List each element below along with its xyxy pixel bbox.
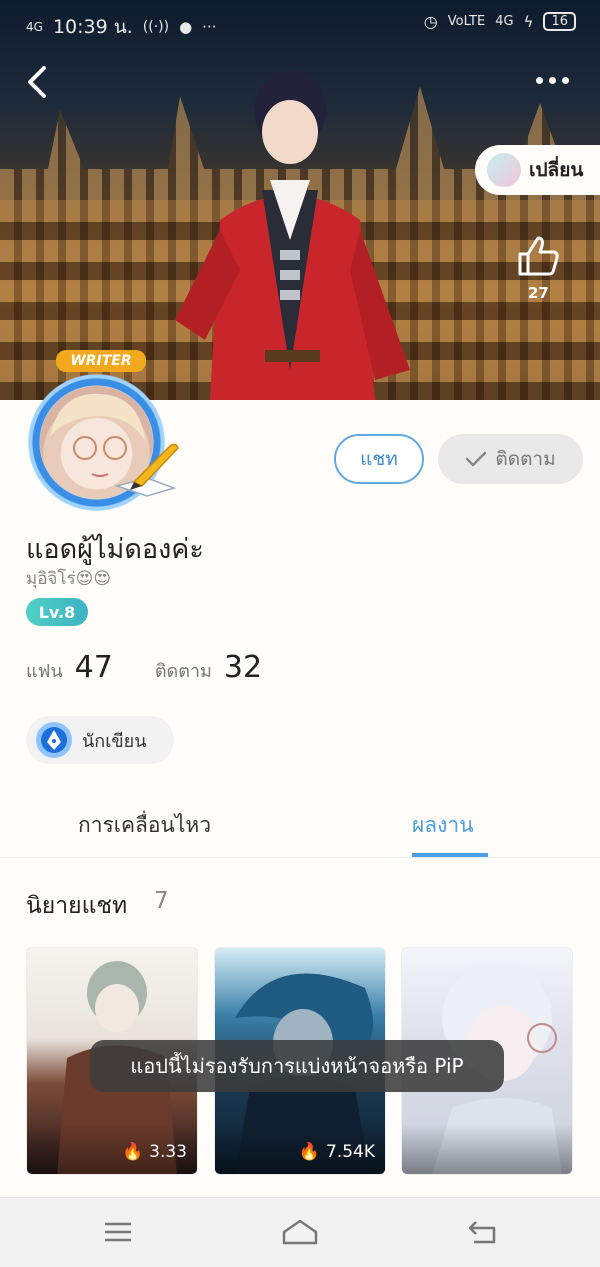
dot: [562, 76, 569, 84]
role-chip-writer[interactable]: นักเขียน: [26, 716, 174, 764]
system-nav-bar: [0, 1197, 600, 1267]
like-count: 27: [528, 284, 549, 302]
volte-label: VoLTE: [447, 14, 486, 29]
battery-indicator: 16: [543, 12, 576, 31]
thumbs-up-icon[interactable]: [514, 232, 562, 280]
section-title: นิยายแชท: [26, 893, 128, 919]
profile-subname: มุอิจิโร่😍😍: [26, 569, 112, 589]
character-illustration: [175, 70, 410, 400]
more-notifications-icon: ···: [202, 18, 217, 36]
writer-badge: WRITER: [56, 350, 146, 372]
follow-button[interactable]: ติดตาม: [438, 434, 583, 484]
card-view-count: 🔥 3.33: [122, 1142, 187, 1162]
fire-icon: 🔥: [121, 1142, 144, 1162]
section-count: 7: [154, 888, 169, 914]
clock: 10:39 น.: [52, 16, 133, 38]
dot: [536, 76, 543, 84]
profile-banner: [0, 0, 600, 400]
level-badge: Lv.8: [26, 598, 88, 626]
follow-label: ติดตาม: [495, 448, 556, 470]
menu-icon[interactable]: [102, 1218, 134, 1246]
avatar[interactable]: WRITER: [8, 350, 183, 515]
pen-book-icon: [114, 443, 179, 497]
card-shade: [402, 1124, 572, 1174]
back-arrow-icon[interactable]: [466, 1218, 498, 1246]
profile-name: แอดผู้ไม่ดองค่ะ: [26, 534, 204, 565]
card-stat-value: 3.33: [149, 1142, 187, 1162]
chat-button[interactable]: แชท: [334, 434, 424, 484]
role-label: นักเขียน: [82, 730, 147, 752]
following-count[interactable]: 32: [224, 650, 262, 685]
tab-works[interactable]: ผลงาน: [412, 809, 474, 842]
home-icon[interactable]: [280, 1218, 320, 1246]
pen-nib-icon: [36, 722, 72, 758]
hotspot-icon: ((·)): [142, 19, 170, 35]
help-icon: ●: [179, 18, 193, 36]
charging-icon: ϟ: [523, 12, 534, 31]
back-chevron-icon[interactable]: [22, 62, 52, 102]
active-tab-indicator: [412, 853, 488, 857]
network-label: 4G: [26, 20, 43, 34]
alarm-icon: ◷: [423, 12, 438, 31]
check-icon: [466, 451, 487, 467]
fire-icon: 🔥: [298, 1142, 320, 1162]
card-stat-value: 7.54K: [326, 1142, 375, 1162]
fans-label[interactable]: แฟน: [26, 656, 63, 685]
network2-label: 4G: [495, 14, 514, 29]
more-options-icon[interactable]: [536, 70, 576, 90]
toast-message: แอปนี้ไม่รองรับการแบ่งหน้าจอหรือ PiP: [90, 1040, 504, 1092]
character-thumbnail-icon: [487, 153, 521, 187]
tab-activity[interactable]: การเคลื่อนไหว: [78, 809, 211, 842]
change-character-button[interactable]: เปลี่ยน: [475, 145, 600, 195]
change-label: เปลี่ยน: [529, 159, 584, 181]
dot: [549, 76, 556, 84]
status-bar: 4G 10:39 น. ((·)) ● ··· ◷ VoLTE 4G ϟ 16: [0, 0, 600, 46]
profile-stats: แฟน 47 ติดตาม 32: [26, 650, 292, 685]
card-view-count: 🔥 7.54K: [299, 1142, 375, 1162]
profile-tabs: การเคลื่อนไหว ผลงาน: [0, 795, 600, 858]
following-label[interactable]: ติดตาม: [155, 656, 212, 685]
fans-count[interactable]: 47: [75, 650, 113, 685]
